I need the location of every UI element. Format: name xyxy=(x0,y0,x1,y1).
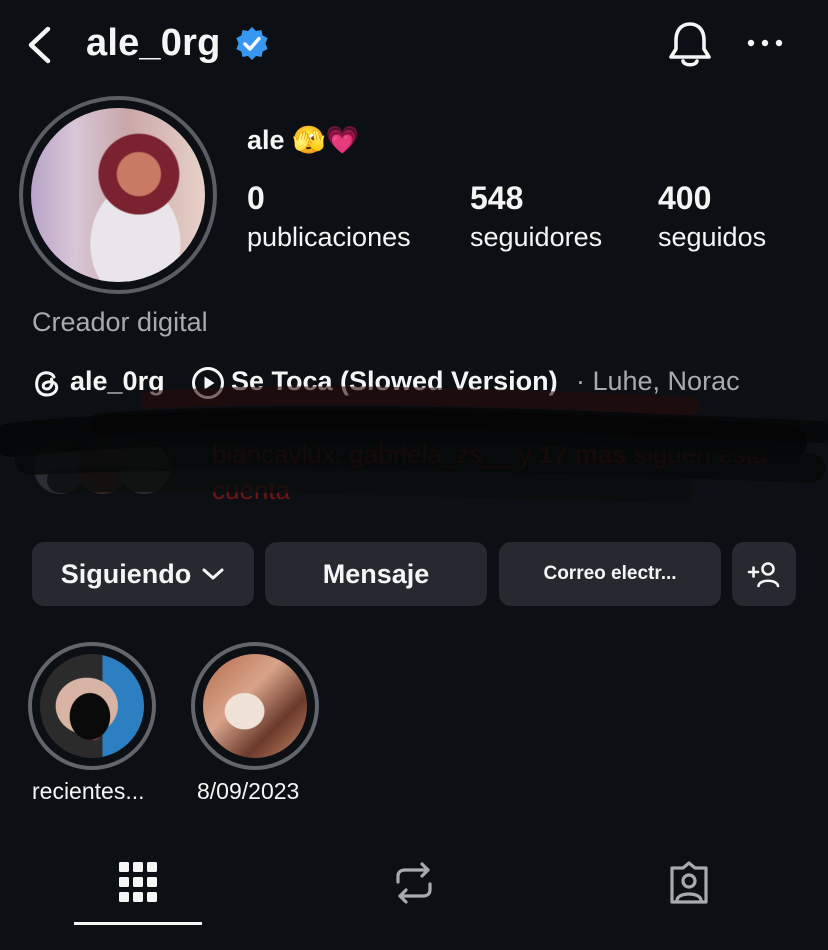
profile-avatar[interactable] xyxy=(31,108,205,282)
grid-icon xyxy=(119,862,157,902)
add-user-button[interactable] xyxy=(732,542,796,606)
verified-badge-icon xyxy=(234,26,270,62)
followers-count[interactable]: 548 xyxy=(470,180,523,217)
followed-by-connector: y xyxy=(511,439,539,469)
song-artist: · Luhe, Norac xyxy=(576,366,740,396)
threads-handle-link[interactable]: ale_0rg xyxy=(70,366,165,397)
following-button[interactable]: Siguiendo xyxy=(32,542,254,606)
play-circle-icon[interactable] xyxy=(191,366,225,400)
profile-category: Creador digital xyxy=(32,307,208,337)
notifications-button[interactable] xyxy=(666,18,714,70)
bell-icon xyxy=(669,22,711,67)
following-label[interactable]: seguidos xyxy=(658,222,766,253)
reels-repost-icon xyxy=(396,862,432,904)
followed-by-names: biancavlux, gabriela_zs__ xyxy=(212,439,512,469)
song-title[interactable]: Se Toca (Slowed Version) xyxy=(231,366,558,397)
threads-icon[interactable] xyxy=(32,368,62,398)
following-count[interactable]: 400 xyxy=(658,180,711,217)
tab-reposts[interactable] xyxy=(392,860,436,906)
following-button-label: Siguiendo xyxy=(60,558,192,589)
message-button-label: Mensaje xyxy=(322,558,430,589)
tab-tagged[interactable] xyxy=(666,860,712,906)
more-horizontal-icon xyxy=(747,39,783,47)
message-button[interactable]: Mensaje xyxy=(265,542,487,606)
followers-label[interactable]: seguidores xyxy=(470,222,602,253)
active-tab-indicator xyxy=(74,922,202,925)
add-person-icon xyxy=(747,562,780,588)
mutual-followers-avatars[interactable] xyxy=(30,438,190,498)
posts-label: publicaciones xyxy=(247,222,411,252)
highlight-date[interactable] xyxy=(203,654,307,758)
more-options-button[interactable] xyxy=(744,28,786,58)
tab-posts-grid[interactable] xyxy=(118,860,158,904)
highlight-recientes[interactable] xyxy=(40,654,144,758)
chevron-down-icon xyxy=(202,568,224,580)
highlight-label: recientes... xyxy=(32,778,145,804)
posts-count: 0 xyxy=(247,180,265,216)
followed-by-text[interactable]: biancavlux, gabriela_zs__ y 17 más sigue… xyxy=(212,436,812,508)
profile-username: ale_0rg xyxy=(86,22,221,64)
followed-by-others: 17 más xyxy=(538,439,627,469)
highlight-label: 8/09/2023 xyxy=(197,778,300,804)
display-name: ale 🫣💗 xyxy=(247,125,360,155)
tagged-icon xyxy=(670,861,708,904)
back-button[interactable] xyxy=(22,24,58,66)
chevron-left-icon xyxy=(28,26,51,64)
email-button[interactable]: Correo electr... xyxy=(499,542,721,606)
email-button-label: Correo electr... xyxy=(543,563,677,584)
